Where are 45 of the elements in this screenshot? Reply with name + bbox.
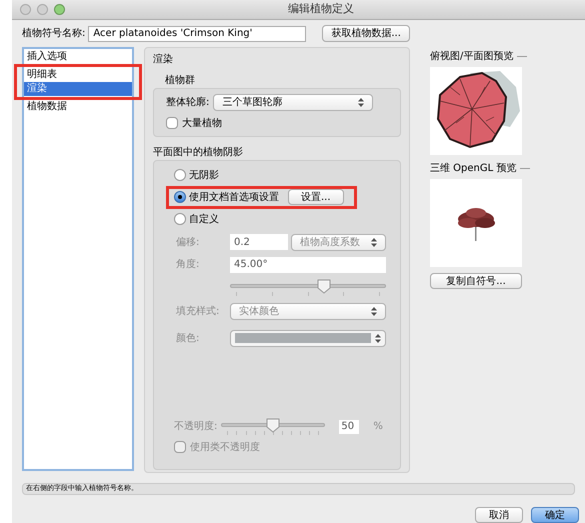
group-title: 平面图中的植物阴影: [153, 146, 244, 160]
opacity-field[interactable]: 50: [339, 420, 360, 434]
copy-button[interactable]: 复制自符号...: [430, 272, 522, 289]
window-title: 编辑植物定义: [288, 1, 354, 18]
radio-button[interactable]: [174, 213, 186, 226]
radio-label: 使用文档首选项设置: [189, 190, 279, 205]
slider-thumb[interactable]: [266, 418, 280, 433]
checkbox-label: 大量植物: [182, 116, 222, 131]
get-data-button[interactable]: 获取植物数据...: [322, 25, 410, 42]
radio-button[interactable]: [174, 169, 186, 182]
list-item[interactable]: 渲染: [24, 82, 132, 96]
zoom-icon[interactable]: [54, 4, 65, 16]
minimize-icon[interactable]: [37, 4, 48, 16]
group-title: 植物群: [165, 74, 196, 88]
section-title: 渲染: [153, 52, 174, 67]
settings-button[interactable]: 设置...: [288, 189, 344, 206]
checkbox[interactable]: [166, 117, 178, 130]
list-item[interactable]: 插入选项: [24, 50, 132, 64]
stepper-icon: [375, 334, 381, 343]
list-item[interactable]: 植物数据: [24, 100, 132, 114]
preview-title: 俯视图/平面图预览: [430, 50, 514, 64]
unit-label: %: [373, 420, 383, 434]
dialog-button[interactable]: 确定: [531, 507, 579, 523]
field-label: 颜色:: [176, 332, 200, 346]
field-label: 不透明度:: [174, 420, 218, 434]
stepper-icon: [371, 306, 377, 316]
radio-label: 自定义: [189, 212, 219, 227]
field-label: 整体轮廓:: [166, 96, 210, 110]
symbol-name-field[interactable]: Acer platanoides 'Crimson King': [88, 26, 306, 42]
field-label: 植物符号名称:: [22, 26, 86, 42]
stepper-icon: [371, 238, 377, 247]
checkbox[interactable]: [174, 441, 186, 454]
slider[interactable]: [221, 418, 326, 436]
field-label: 偏移:: [176, 236, 200, 250]
outline-select[interactable]: 三个草图轮廓: [213, 94, 374, 111]
preview-title: 三维 OpenGL 预览: [430, 162, 516, 176]
radio-button[interactable]: [174, 191, 186, 204]
checkbox-label: 使用类不透明度: [190, 440, 260, 455]
stepper-icon: [358, 98, 364, 107]
radio-label: 无阴影: [189, 168, 219, 183]
close-icon[interactable]: [20, 4, 31, 16]
list-item[interactable]: 明细表: [24, 68, 132, 82]
field-label: 填充样式:: [176, 304, 220, 319]
dialog-button[interactable]: 取消: [475, 507, 523, 523]
field-label: 角度:: [176, 258, 200, 272]
